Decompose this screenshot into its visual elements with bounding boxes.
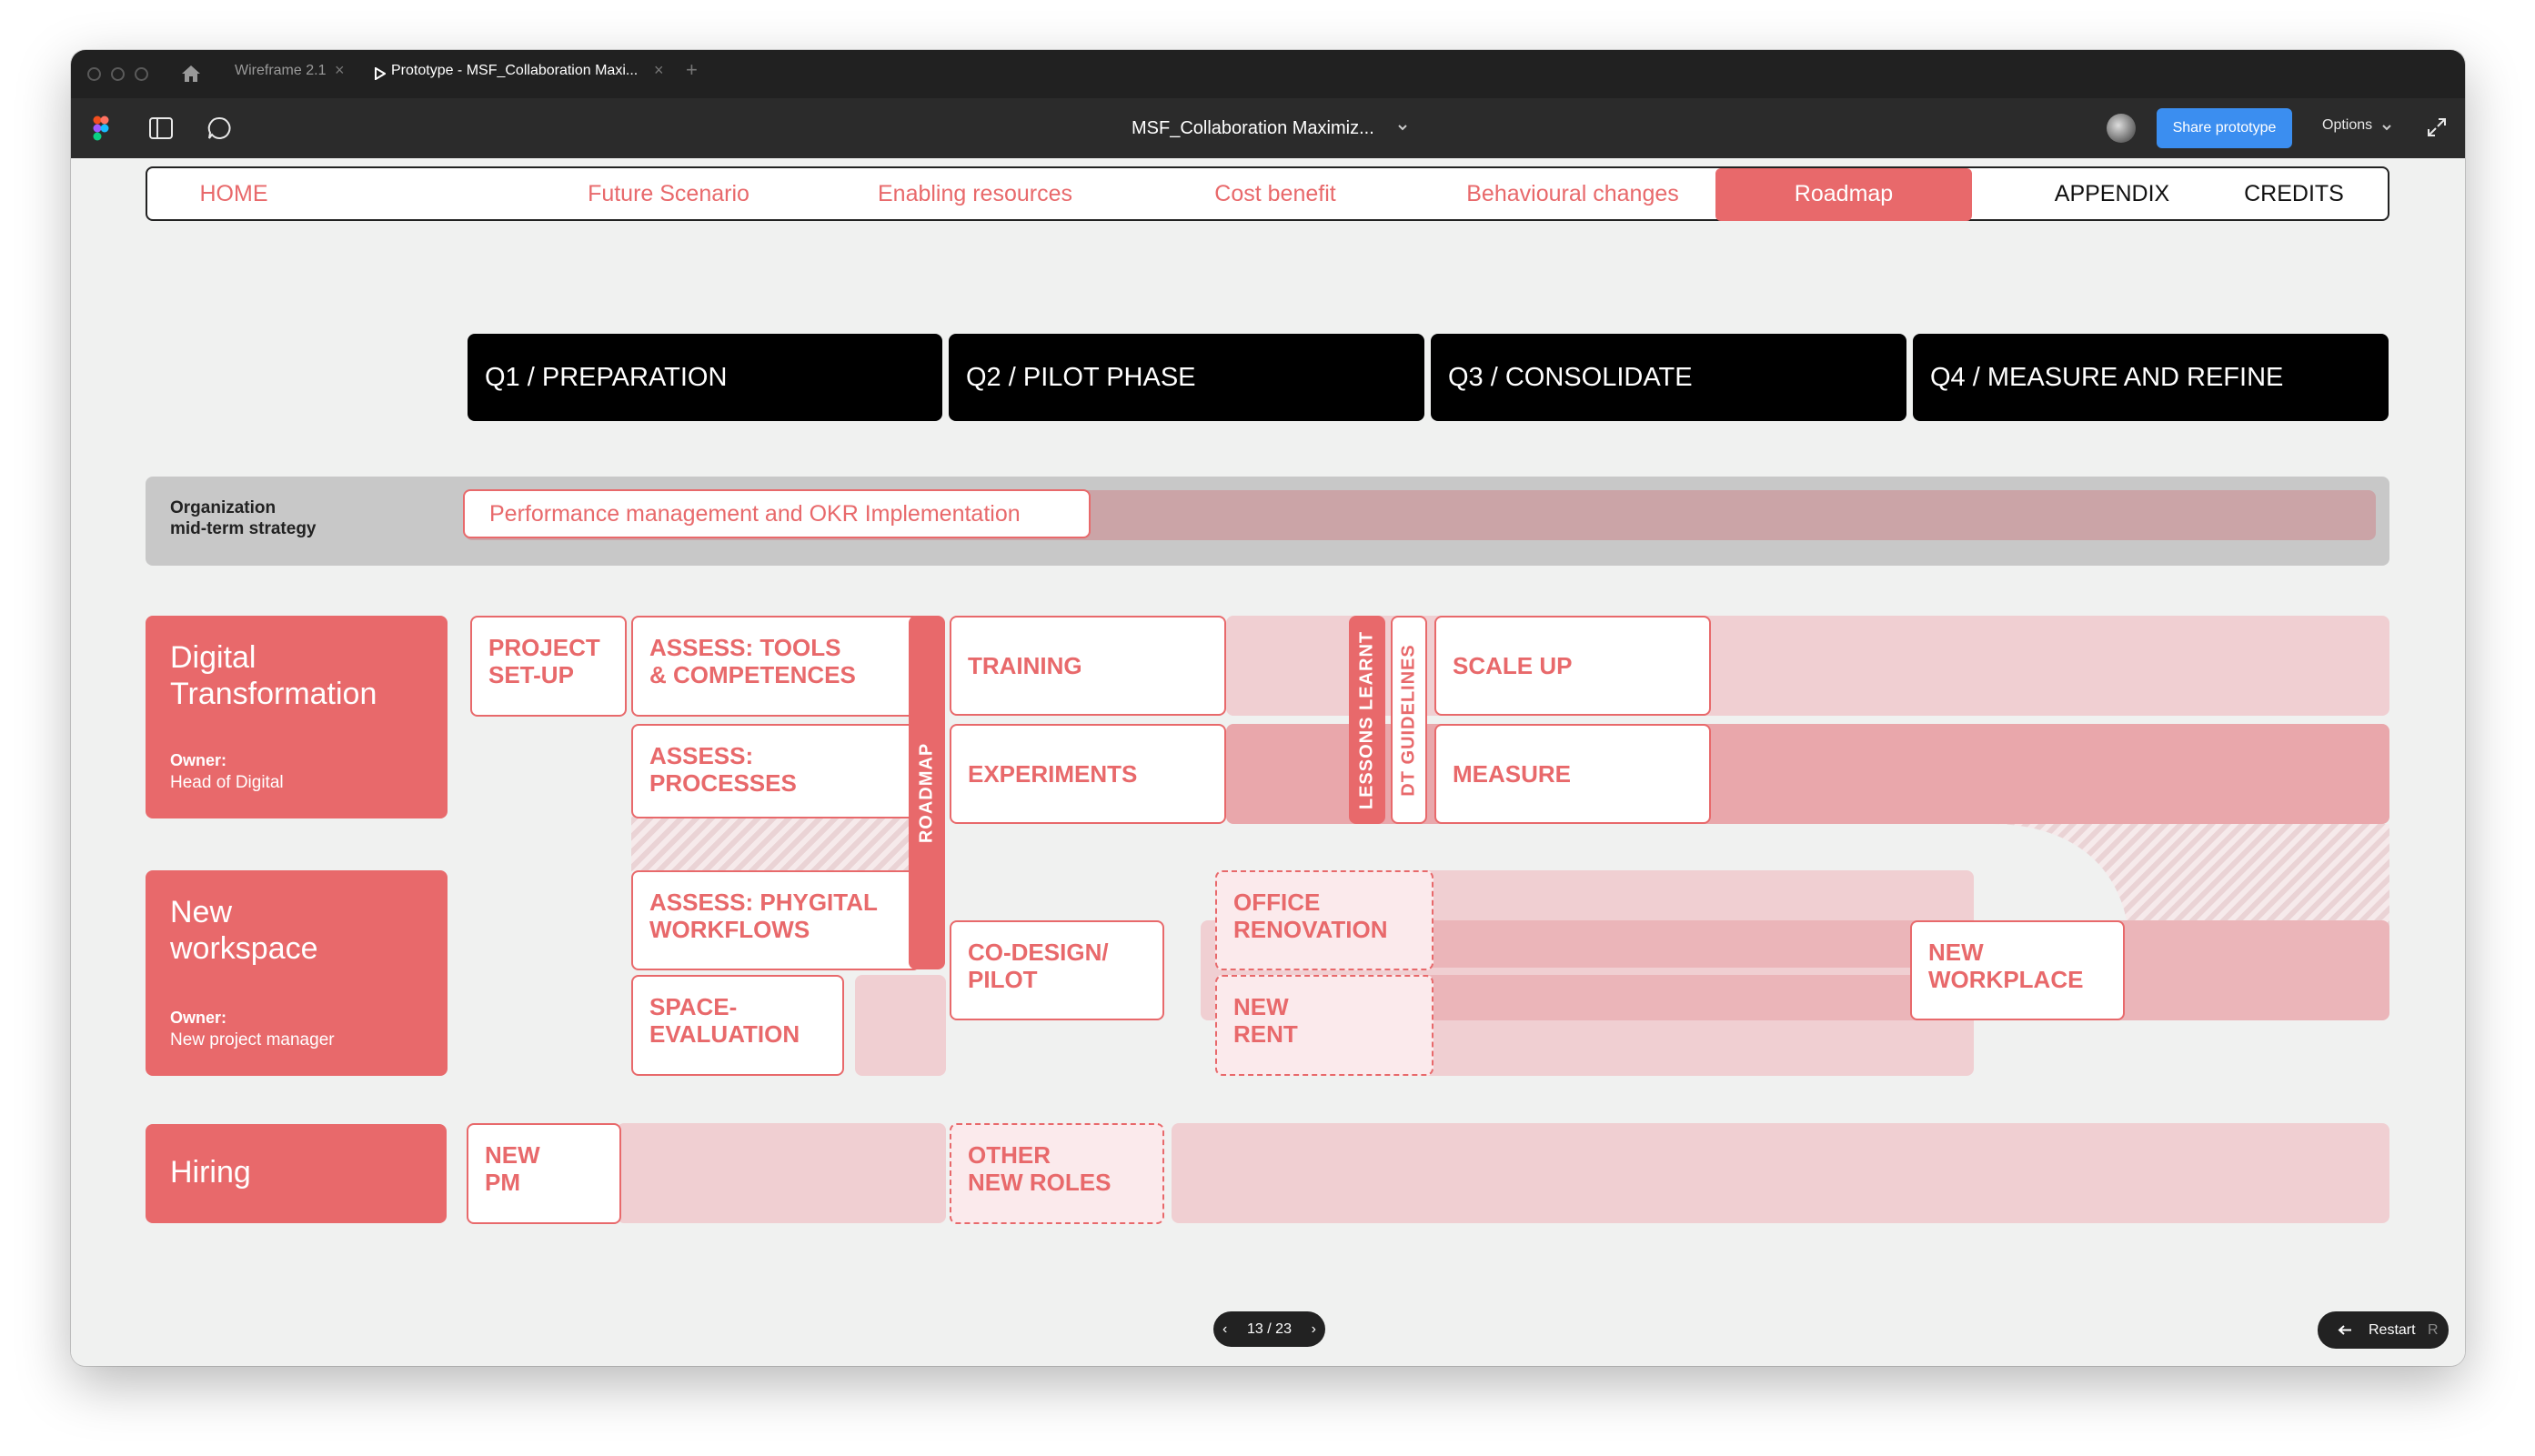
task-experiments[interactable]: EXPERIMENTS [950, 724, 1226, 824]
task-measure[interactable]: MEASURE [1434, 724, 1711, 824]
task-codesign-pilot[interactable]: CO-DESIGN/PILOT [950, 920, 1164, 1020]
timeline-band [1172, 1123, 2389, 1223]
timeline-band [617, 1123, 946, 1223]
chevron-down-icon[interactable] [2381, 123, 2392, 132]
next-slide-icon[interactable]: › [1312, 1311, 1316, 1347]
new-tab-button[interactable]: + [686, 58, 698, 82]
play-icon [375, 67, 386, 80]
nav-roadmap[interactable]: Roadmap [1715, 168, 1972, 221]
task-assess-phygital[interactable]: ASSESS: PHYGITAL WORKFLOWS [631, 870, 920, 970]
timeline-band [1381, 920, 1974, 968]
quarter-header-q3: Q3 / CONSOLIDATE [1431, 334, 1906, 421]
task-space-evaluation[interactable]: SPACE- EVALUATION [631, 975, 844, 1076]
expand-icon[interactable] [2427, 117, 2447, 137]
prototype-window: Wireframe 2.1 × Prototype - MSF_Collabor… [71, 50, 2465, 1366]
slide-counter: 13 / 23 [1247, 1321, 1292, 1337]
nav-behavioural-changes[interactable]: Behavioural changes [1423, 168, 1723, 219]
hatched-spacer [631, 815, 910, 871]
task-assess-tools[interactable]: ASSESS: TOOLS & COMPETENCES [631, 616, 920, 717]
task-project-setup[interactable]: PROJECT SET-UP [470, 616, 627, 717]
nav-future-scenario[interactable]: Future Scenario [550, 168, 787, 219]
figma-logo-icon[interactable] [93, 115, 109, 141]
owner-card-digital: Digital Transformation Owner: Head of Dig… [146, 616, 448, 818]
avatar[interactable] [2107, 114, 2136, 143]
slide-nav-bar: HOME Future Scenario Enabling resources … [146, 166, 2389, 221]
previous-slide-icon[interactable]: ‹ [1222, 1311, 1227, 1347]
close-tab-icon[interactable]: × [654, 61, 664, 80]
hatched-connector [1992, 824, 2389, 931]
options-menu[interactable]: Options [2322, 117, 2372, 134]
timeline-band [855, 975, 946, 1076]
task-training[interactable]: TRAINING [950, 616, 1226, 716]
nav-credits[interactable]: CREDITS [2217, 168, 2371, 219]
tab-prototype[interactable]: Prototype - MSF_Collaboration Maxi... [391, 63, 638, 79]
nav-cost-benefit[interactable]: Cost benefit [1166, 168, 1384, 219]
nav-enabling-resources[interactable]: Enabling resources [839, 168, 1112, 219]
task-new-rent[interactable]: NEW RENT [1215, 975, 1433, 1076]
tab-wireframe[interactable]: Wireframe 2.1 [235, 63, 326, 79]
minimize-window-dot[interactable] [111, 67, 125, 81]
nav-appendix[interactable]: APPENDIX [2021, 168, 2203, 219]
owner-card-hiring: Hiring [146, 1124, 447, 1223]
okr-task[interactable]: Performance management and OKR Implement… [463, 489, 1091, 538]
task-scale-up[interactable]: SCALE UP [1434, 616, 1711, 716]
sidebar-toggle-icon[interactable] [149, 117, 173, 139]
owner-card-workspace: New workspace Owner: New project manager [146, 870, 448, 1076]
task-other-new-roles[interactable]: OTHER NEW ROLES [950, 1123, 1164, 1224]
dt-guidelines-milestone-bar[interactable]: DT GUIDELINES [1391, 616, 1427, 824]
restart-arrow-icon [2338, 1325, 2351, 1335]
share-prototype-button[interactable]: Share prototype [2157, 108, 2292, 148]
home-icon[interactable] [180, 64, 202, 84]
task-office-renovation[interactable]: OFFICE RENOVATION [1215, 870, 1433, 970]
prototype-canvas: HOME Future Scenario Enabling resources … [71, 158, 2465, 1366]
roadmap-milestone-bar[interactable]: ROADMAP [909, 616, 945, 969]
restart-button[interactable]: Restart R [2318, 1311, 2449, 1349]
task-new-pm[interactable]: NEW PM [467, 1123, 621, 1224]
close-window-dot[interactable] [87, 67, 101, 81]
quarter-header-q4: Q4 / MEASURE AND REFINE [1913, 334, 2389, 421]
file-title[interactable]: MSF_Collaboration Maximiz... [1132, 118, 1404, 139]
close-tab-icon[interactable]: × [335, 61, 345, 80]
task-new-workplace[interactable]: NEW WORKPLACE [1910, 920, 2125, 1020]
lessons-learnt-milestone-bar[interactable]: LESSONS LEARNT [1349, 616, 1385, 824]
timeline-band [1381, 975, 1974, 1020]
browser-tab-bar: Wireframe 2.1 × Prototype - MSF_Collabor… [71, 50, 2465, 98]
zoom-window-dot[interactable] [135, 67, 148, 81]
task-assess-processes[interactable]: ASSESS: PROCESSES [631, 724, 920, 818]
nav-home[interactable]: HOME [175, 168, 293, 219]
slide-pager: ‹ 13 / 23 › [1213, 1311, 1325, 1347]
comment-icon[interactable] [207, 116, 231, 140]
quarter-header-q1: Q1 / PREPARATION [468, 334, 942, 421]
organization-label: Organization mid-term strategy [170, 498, 317, 538]
chevron-down-icon[interactable] [1397, 123, 1408, 132]
quarter-header-q2: Q2 / PILOT PHASE [949, 334, 1424, 421]
